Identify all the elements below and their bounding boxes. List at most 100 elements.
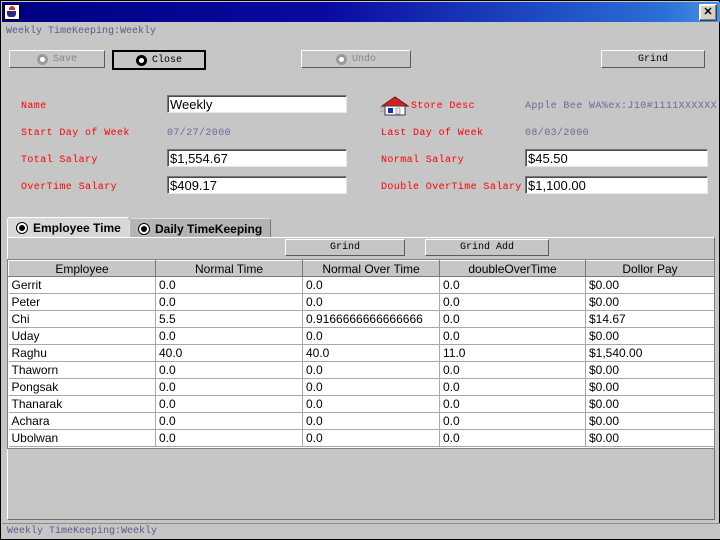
table-row[interactable]: Ubolwan 0.0 0.0 0.0 $0.00 [8,429,714,447]
save-button[interactable]: Save [9,50,105,68]
normal-salary-label: Normal Salary [381,155,465,166]
table-cell[interactable]: 0.0 [155,276,303,294]
double-overtime-salary-label: Double OverTime Salary [381,182,522,193]
tab-employee-time[interactable]: Employee Time [7,217,130,238]
table-cell[interactable]: 0.0 [439,378,586,396]
table-cell[interactable]: 0.0 [302,293,440,311]
table-cell[interactable]: 0.0 [302,361,440,379]
table-cell[interactable]: Ubolwan [8,429,156,447]
overtime-salary-label: OverTime Salary [21,182,118,193]
table-cell[interactable]: 0.0 [155,429,303,447]
table-cell[interactable]: $14.67 [585,310,714,328]
table-cell[interactable]: 0.0 [439,327,586,345]
table-cell[interactable]: Thanarak [8,395,156,413]
table-cell[interactable]: $0.00 [585,395,714,413]
table-cell[interactable]: 0.0 [302,429,440,447]
table-cell[interactable]: 11.0 [439,344,586,362]
total-salary-label: Total Salary [21,155,98,166]
table-cell[interactable]: Gerrit [8,276,156,294]
tab-employee-time-label: Employee Time [33,221,121,235]
table-cell[interactable]: 0.0 [439,395,586,413]
table-cell[interactable]: Pongsak [8,378,156,396]
table-body: Gerrit 0.0 0.0 0.0 $0.00 Peter 0.0 0.0 0.0 $0.00 C… [8,276,714,447]
table-cell[interactable]: 0.0 [302,412,440,430]
name-label: Name [21,101,47,112]
close-icon[interactable]: ✕ [699,3,717,21]
table-cell[interactable]: 5.5 [155,310,303,328]
table-cell[interactable]: 0.0 [439,310,586,328]
table-cell[interactable]: 0.0 [302,327,440,345]
status-bar-text: Weekly TimeKeeping:Weekly [7,526,158,537]
table-row[interactable]: Chi 5.5 0.9166666666666666 0.0 $14.67 [8,310,714,328]
total-salary-input[interactable]: $1,554.67 [167,149,347,167]
table-cell[interactable]: Thaworn [8,361,156,379]
undo-button[interactable]: Undo [301,50,411,68]
table-row[interactable]: Pongsak 0.0 0.0 0.0 $0.00 [8,378,714,396]
grind-button-toolbar[interactable]: Grind [601,50,705,68]
table-cell[interactable]: Uday [8,327,156,345]
application-window: ✕ Weekly TimeKeeping:Weekly Save Close U… [0,0,720,540]
table-row[interactable]: Thanarak 0.0 0.0 0.0 $0.00 [8,395,714,413]
table-cell[interactable]: 0.0 [155,293,303,311]
table-cell[interactable]: 0.0 [439,361,586,379]
table-cell[interactable]: 0.0 [439,276,586,294]
table-row[interactable]: Gerrit 0.0 0.0 0.0 $0.00 [8,276,714,294]
table-cell[interactable]: Achara [8,412,156,430]
table-cell[interactable]: Peter [8,293,156,311]
table-cell[interactable]: 0.9166666666666666 [302,310,440,328]
table-column-header[interactable]: Dollor Pay [585,260,714,277]
grind-add-button[interactable]: Grind Add [425,239,549,256]
table-cell[interactable]: 0.0 [155,378,303,396]
close-button-label: Close [151,54,182,66]
table-row[interactable]: Achara 0.0 0.0 0.0 $0.00 [8,412,714,430]
table-cell[interactable]: 0.0 [302,276,440,294]
normal-salary-input[interactable]: $45.50 [525,149,708,167]
overtime-salary-input[interactable]: $409.17 [167,176,347,194]
table-column-header[interactable]: Normal Over Time [302,260,440,277]
table-cell[interactable]: 0.0 [439,412,586,430]
table-cell[interactable]: 0.0 [155,395,303,413]
tab-daily-timekeeping[interactable]: Daily TimeKeeping [129,218,272,239]
table-row[interactable]: Thaworn 0.0 0.0 0.0 $0.00 [8,361,714,379]
last-day-of-week-value: 08/03/2000 [525,128,590,139]
table-column-header[interactable]: Employee [8,260,156,277]
title-bar: ✕ [2,2,720,22]
table-cell[interactable]: 0.0 [439,293,586,311]
table-cell[interactable]: $0.00 [585,429,714,447]
table-cell[interactable]: $0.00 [585,327,714,345]
table-cell[interactable]: 40.0 [155,344,303,362]
window-subcaption: Weekly TimeKeeping:Weekly [6,26,157,37]
save-icon [36,53,48,65]
table-cell[interactable]: 0.0 [302,378,440,396]
table-cell[interactable]: 40.0 [302,344,440,362]
table-cell[interactable]: $0.00 [585,378,714,396]
table-cell[interactable]: 0.0 [155,327,303,345]
table-column-header[interactable]: doubleOverTime [439,260,586,277]
table-row[interactable]: Peter 0.0 0.0 0.0 $0.00 [8,293,714,311]
table-column-header[interactable]: Normal Time [155,260,303,277]
table-cell[interactable]: 0.0 [302,395,440,413]
table-cell[interactable]: Raghu [8,344,156,362]
table-cell[interactable]: 0.0 [155,361,303,379]
start-day-of-week-label: Start Day of Week [21,128,130,139]
table-cell[interactable]: 0.0 [155,412,303,430]
close-action-icon [135,54,147,66]
grind-button[interactable]: Grind [285,239,405,256]
table-cell[interactable]: $1,540.00 [585,344,714,362]
close-button[interactable]: Close [112,50,206,70]
table-cell[interactable]: $0.00 [585,293,714,311]
tab-daily-timekeeping-label: Daily TimeKeeping [155,222,263,236]
double-overtime-salary-input[interactable]: $1,100.00 [525,176,708,194]
table-cell[interactable]: $0.00 [585,276,714,294]
employee-time-table[interactable]: Employee Normal Time Normal Over Time doubl… [7,259,715,449]
table-cell[interactable]: $0.00 [585,361,714,379]
name-input[interactable]: Weekly [167,95,347,113]
undo-icon [335,53,347,65]
start-day-of-week-value: 07/27/2000 [167,128,232,139]
table-cell[interactable]: $0.00 [585,412,714,430]
grind-add-label: Grind Add [459,242,514,253]
table-cell[interactable]: 0.0 [439,429,586,447]
table-row[interactable]: Raghu 40.0 40.0 11.0 $1,540.00 [8,344,714,362]
table-row[interactable]: Uday 0.0 0.0 0.0 $0.00 [8,327,714,345]
table-cell[interactable]: Chi [8,310,156,328]
